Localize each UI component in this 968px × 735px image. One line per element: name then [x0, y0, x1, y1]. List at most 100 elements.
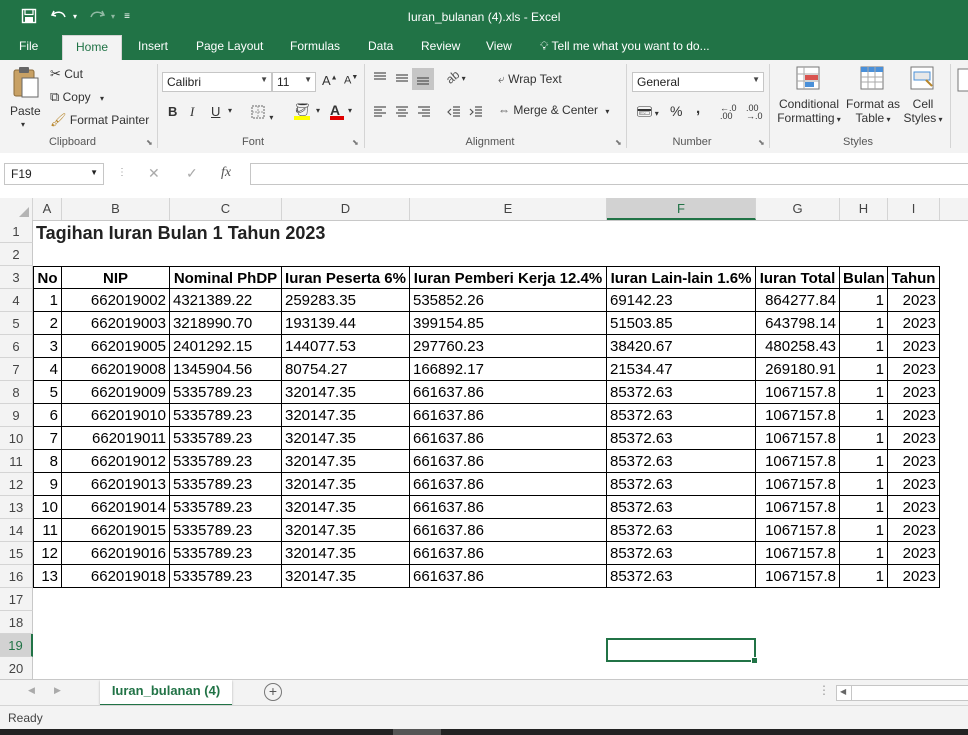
table-cell[interactable]: 9	[33, 473, 62, 496]
column-header[interactable]: H	[840, 198, 888, 220]
row-header[interactable]: 17	[0, 588, 33, 611]
table-cell[interactable]: 5335789.23	[170, 473, 282, 496]
table-cell[interactable]: 1	[840, 335, 888, 358]
column-header[interactable]: D	[282, 198, 410, 220]
table-cell[interactable]: 3	[33, 335, 62, 358]
fill-handle[interactable]	[751, 657, 758, 664]
increase-decimal-icon[interactable]: ←.0.00	[720, 104, 737, 121]
table-cell[interactable]: 1067157.8	[756, 381, 840, 404]
splitter-icon[interactable]: ⋮	[818, 683, 830, 697]
table-cell[interactable]: 320147.35	[282, 542, 410, 565]
table-cell[interactable]: 6	[33, 404, 62, 427]
table-cell[interactable]: 662019009	[62, 381, 170, 404]
table-cell[interactable]: 320147.35	[282, 404, 410, 427]
row-header[interactable]: 20	[0, 657, 33, 679]
table-cell[interactable]: 13	[33, 565, 62, 588]
table-cell[interactable]: 1	[840, 565, 888, 588]
sheet-tab-active[interactable]: Iuran_bulanan (4)	[100, 680, 232, 706]
table-cell[interactable]: 3218990.70	[170, 312, 282, 335]
table-cell[interactable]: 320147.35	[282, 450, 410, 473]
scroll-left-icon[interactable]: ◀	[840, 687, 846, 696]
table-cell[interactable]: 80754.27	[282, 358, 410, 381]
fill-color-dropdown-icon[interactable]: ▾	[316, 106, 320, 115]
table-cell[interactable]: 10	[33, 496, 62, 519]
table-header-cell[interactable]: Tahun	[888, 266, 940, 289]
table-cell[interactable]: 320147.35	[282, 496, 410, 519]
table-cell[interactable]: 1	[840, 427, 888, 450]
table-cell[interactable]: 1	[840, 404, 888, 427]
align-center-icon[interactable]	[394, 104, 410, 123]
table-cell[interactable]: 1067157.8	[756, 496, 840, 519]
table-cell[interactable]: 11	[33, 519, 62, 542]
row-header[interactable]: 14	[0, 519, 33, 542]
tab-view[interactable]: View	[486, 39, 512, 53]
column-header[interactable]: E	[410, 198, 607, 220]
font-color-button[interactable]: A	[330, 102, 344, 120]
number-format-select[interactable]: General ▼	[632, 72, 764, 92]
table-cell[interactable]: 662019016	[62, 542, 170, 565]
table-cell[interactable]: 12	[33, 542, 62, 565]
table-cell[interactable]: 2023	[888, 381, 940, 404]
table-cell[interactable]: 661637.86	[410, 404, 607, 427]
table-cell[interactable]: 2023	[888, 312, 940, 335]
table-cell[interactable]: 399154.85	[410, 312, 607, 335]
table-cell[interactable]: 662019010	[62, 404, 170, 427]
table-cell[interactable]: 1067157.8	[756, 565, 840, 588]
scroll-tabs-right-icon[interactable]: ▶	[54, 685, 61, 696]
table-cell[interactable]: 661637.86	[410, 427, 607, 450]
table-cell[interactable]: 662019002	[62, 289, 170, 312]
copy-button[interactable]: ⧉ Copy ▾	[50, 89, 104, 105]
wrap-text-button[interactable]: ⤶ Wrap Text	[498, 72, 562, 87]
column-header[interactable]: C	[170, 198, 282, 220]
table-cell[interactable]: 69142.23	[607, 289, 756, 312]
row-header[interactable]: 7	[0, 358, 33, 381]
merge-center-button[interactable]: ⇔ Merge & Center ▾	[498, 103, 609, 117]
column-header[interactable]: I	[888, 198, 940, 220]
tab-file[interactable]: File	[19, 39, 38, 53]
column-header[interactable]: B	[62, 198, 170, 220]
table-cell[interactable]: 661637.86	[410, 519, 607, 542]
table-cell[interactable]: 661637.86	[410, 542, 607, 565]
row-header[interactable]: 12	[0, 473, 33, 496]
table-cell[interactable]: 662019003	[62, 312, 170, 335]
table-cell[interactable]: 85372.63	[607, 381, 756, 404]
table-cell[interactable]: 662019005	[62, 335, 170, 358]
table-header-cell[interactable]: Iuran Peserta 6%	[282, 266, 410, 289]
bold-button[interactable]: B	[168, 104, 177, 119]
table-cell[interactable]: 2023	[888, 565, 940, 588]
table-cell[interactable]: 193139.44	[282, 312, 410, 335]
font-launcher-icon[interactable]: ⬊	[352, 138, 359, 147]
table-cell[interactable]: 297760.23	[410, 335, 607, 358]
decrease-indent-icon[interactable]	[446, 104, 462, 123]
table-cell[interactable]: 662019008	[62, 358, 170, 381]
scroll-tabs-left-icon[interactable]: ◀	[28, 685, 35, 696]
table-cell[interactable]: 320147.35	[282, 427, 410, 450]
table-cell[interactable]: 2023	[888, 427, 940, 450]
tab-home[interactable]: Home	[62, 35, 123, 60]
tab-insert[interactable]: Insert	[138, 39, 168, 53]
table-cell[interactable]: 85372.63	[607, 473, 756, 496]
row-header[interactable]: 8	[0, 381, 33, 404]
enter-icon[interactable]: ✓	[186, 165, 198, 182]
table-cell[interactable]: 1	[840, 381, 888, 404]
table-cell[interactable]: 1067157.8	[756, 404, 840, 427]
table-cell[interactable]: 661637.86	[410, 381, 607, 404]
table-cell[interactable]: 5335789.23	[170, 519, 282, 542]
insert-cells-icon[interactable]	[956, 66, 968, 99]
table-cell[interactable]: 7	[33, 427, 62, 450]
table-cell[interactable]: 85372.63	[607, 404, 756, 427]
table-cell[interactable]: 661637.86	[410, 565, 607, 588]
table-cell[interactable]: 2023	[888, 473, 940, 496]
bottom-align-icon[interactable]	[412, 68, 434, 90]
row-header[interactable]: 10	[0, 427, 33, 450]
table-cell[interactable]: 2023	[888, 289, 940, 312]
row-header[interactable]: 6	[0, 335, 33, 358]
alignment-launcher-icon[interactable]: ⬊	[615, 138, 622, 147]
active-cell-selection[interactable]	[606, 638, 758, 664]
table-cell[interactable]: 2023	[888, 519, 940, 542]
table-cell[interactable]: 662019011	[62, 427, 170, 450]
row-header[interactable]: 9	[0, 404, 33, 427]
table-cell[interactable]: 2023	[888, 542, 940, 565]
new-sheet-icon[interactable]: +	[264, 683, 282, 701]
table-cell[interactable]: 1067157.8	[756, 473, 840, 496]
